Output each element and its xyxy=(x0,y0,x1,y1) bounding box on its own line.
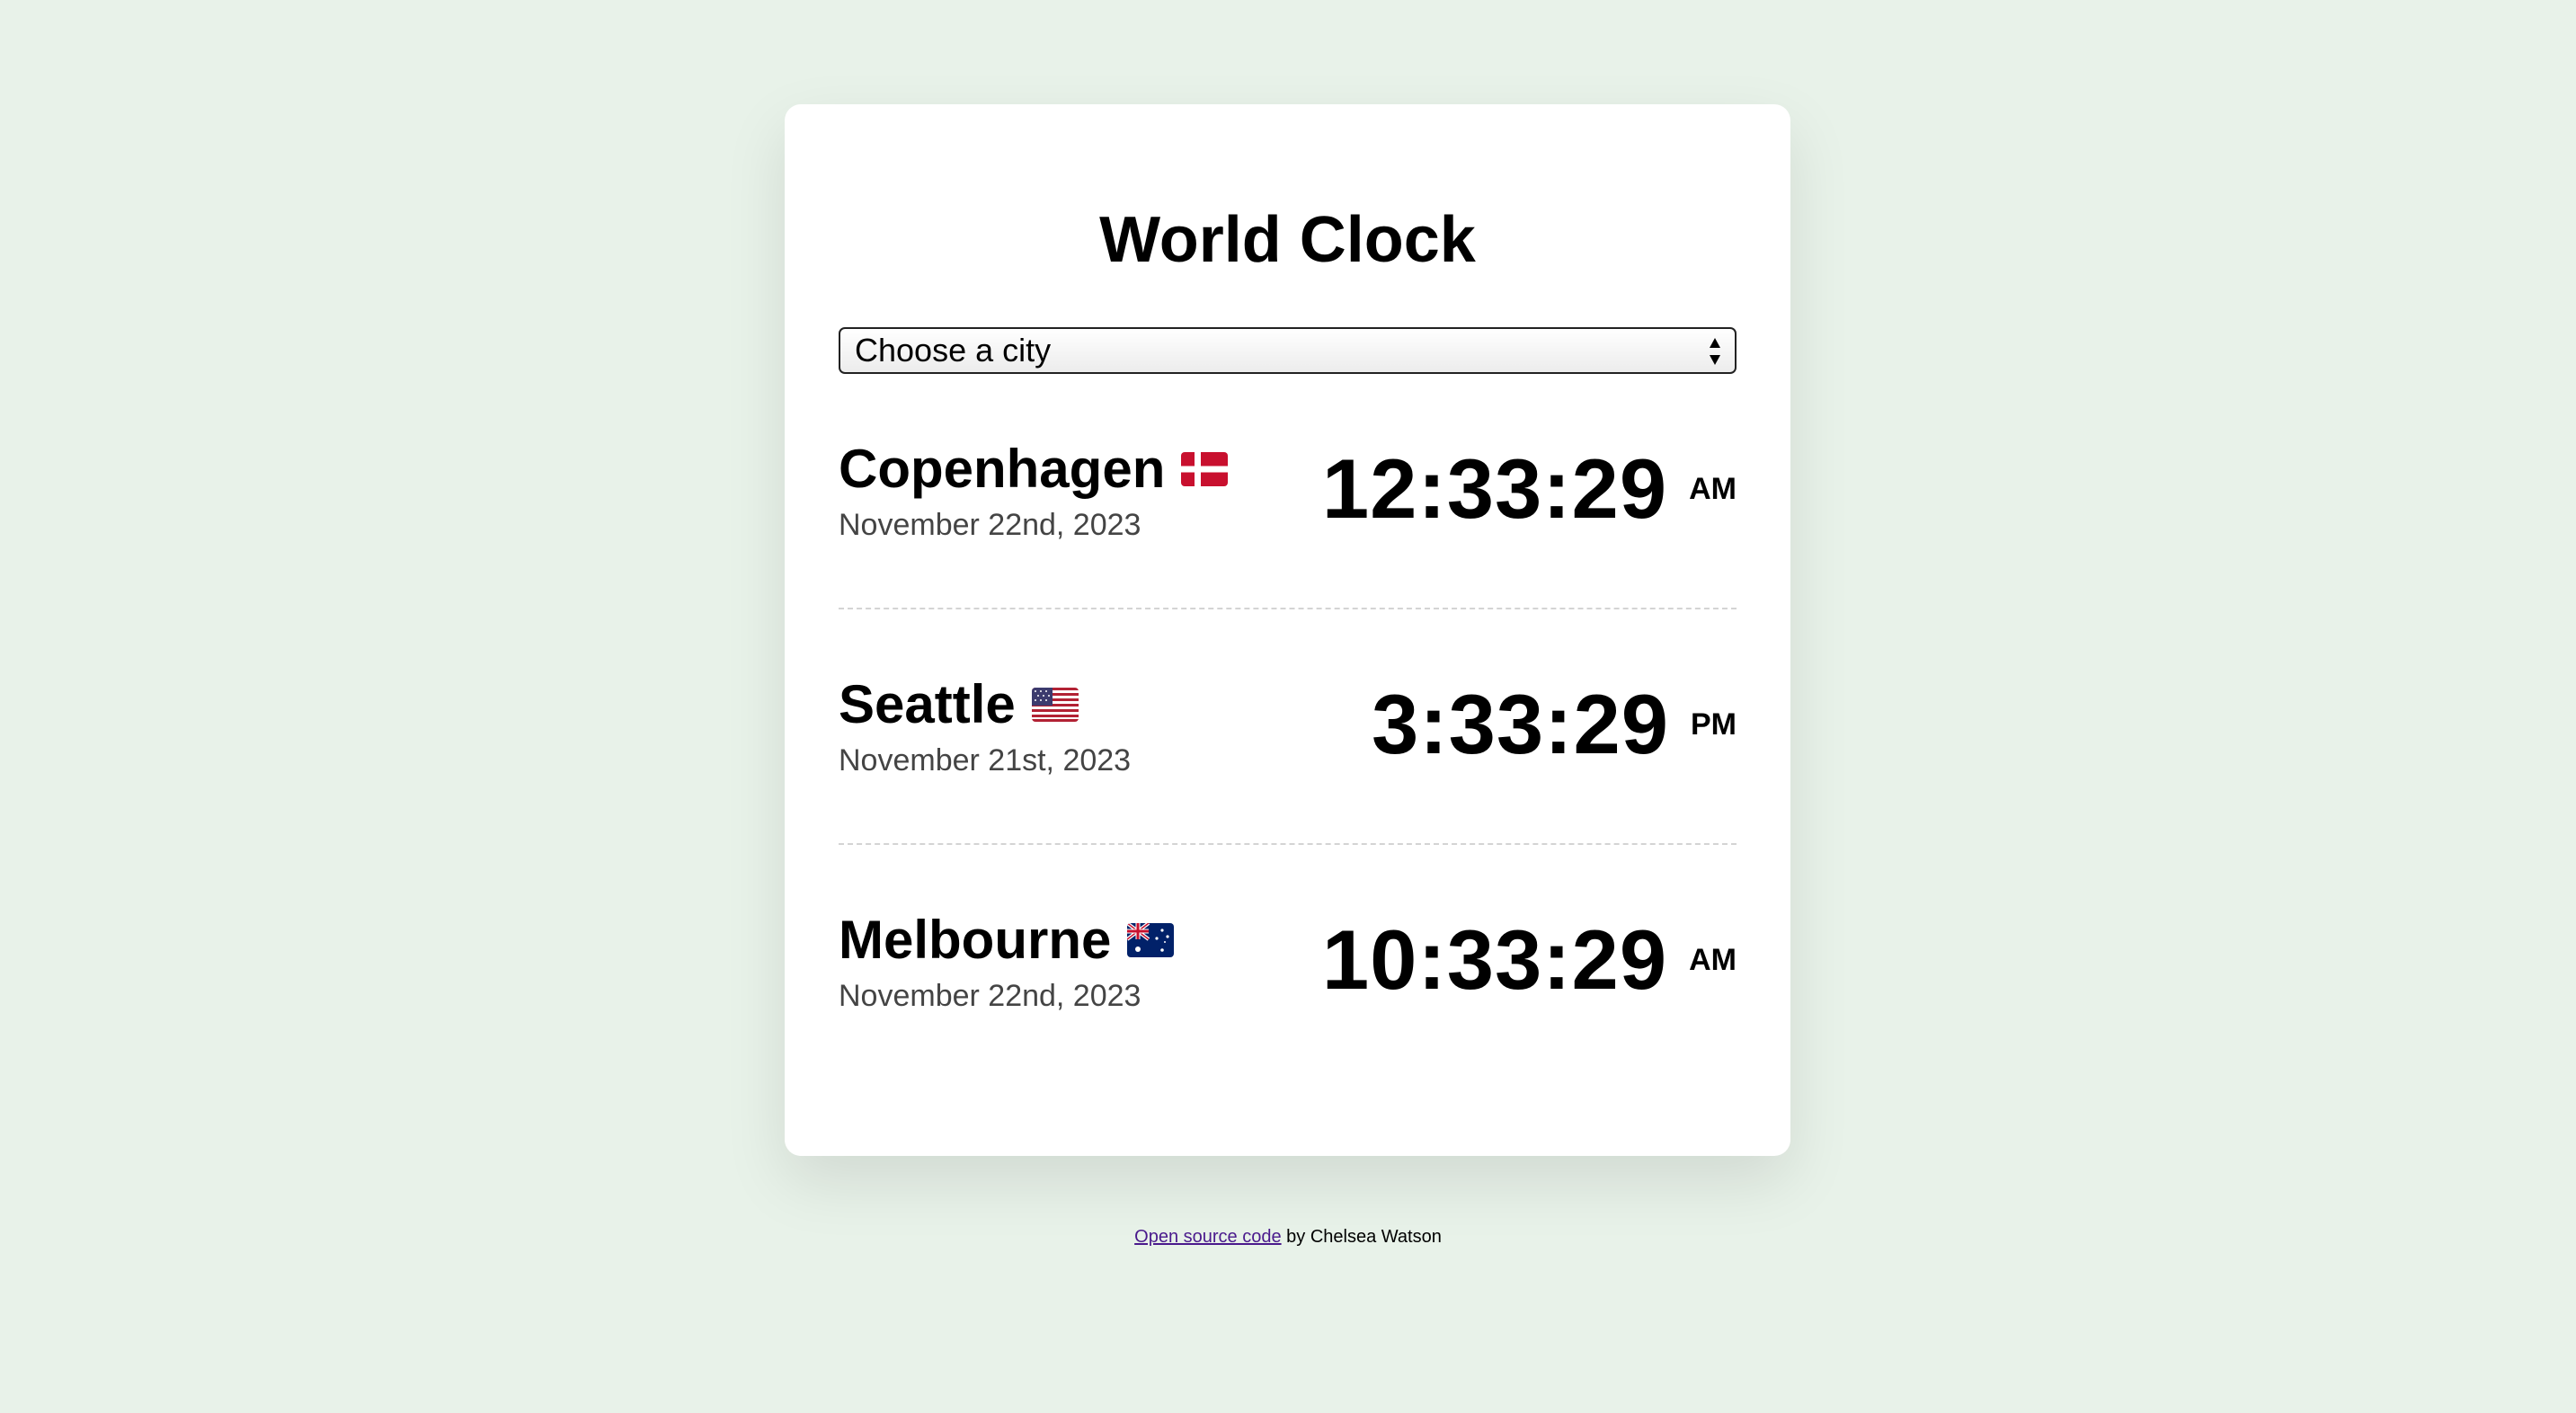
time-value: 12:33:29 xyxy=(1321,441,1668,536)
city-row-seattle: Seattle November 21st, 2023 3:33:29 PM xyxy=(839,609,1737,845)
ampm-label: PM xyxy=(1691,707,1737,742)
city-date: November 21st, 2023 xyxy=(839,743,1132,778)
city-info: Seattle November 21st, 2023 xyxy=(839,672,1131,778)
denmark-flag-icon xyxy=(1181,452,1229,486)
city-date: November 22nd, 2023 xyxy=(839,508,1141,542)
ampm-label: AM xyxy=(1689,943,1737,977)
city-info: Melbourne November 22nd, 2023 xyxy=(839,908,1175,1014)
city-select[interactable]: Choose a city xyxy=(839,327,1737,374)
city-name: Melbourne xyxy=(839,910,1112,970)
footer-credit: by Chelsea Watson xyxy=(1281,1227,1442,1247)
city-time: 10:33:29 AM xyxy=(1322,915,1737,1005)
city-info: Copenhagen November 22nd, 2023 xyxy=(839,437,1229,543)
city-time: 12:33:29 AM xyxy=(1322,444,1737,534)
city-date: November 22nd, 2023 xyxy=(839,979,1141,1013)
australia-flag-icon xyxy=(1127,923,1175,957)
city-name: Seattle xyxy=(839,674,1016,734)
city-time: 3:33:29 PM xyxy=(1372,680,1737,769)
time-value: 3:33:29 xyxy=(1372,677,1669,771)
select-arrows-icon xyxy=(1710,338,1720,365)
city-row-melbourne: Melbourne November 22nd, 2023 10:33:29 A… xyxy=(839,845,1737,1080)
city-select-value: Choose a city xyxy=(855,332,1052,369)
source-code-link[interactable]: Open source code xyxy=(1134,1227,1281,1247)
footer: Open source code by Chelsea Watson xyxy=(0,1225,2576,1249)
city-row-copenhagen: Copenhagen November 22nd, 2023 12:33:29 … xyxy=(839,374,1737,609)
world-clock-card: World Clock Choose a city Copenhagen Nov… xyxy=(785,104,1790,1156)
time-value: 10:33:29 xyxy=(1321,912,1668,1007)
usa-flag-icon xyxy=(1031,688,1079,722)
ampm-label: AM xyxy=(1689,472,1737,506)
page-title: World Clock xyxy=(1099,204,1476,276)
city-name: Copenhagen xyxy=(839,439,1166,499)
